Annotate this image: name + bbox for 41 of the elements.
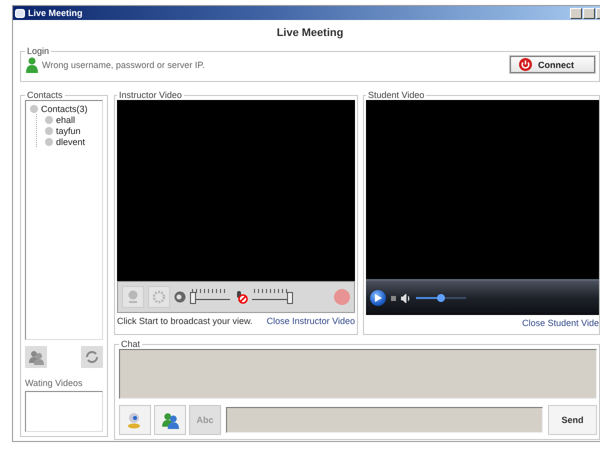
microphone-icon bbox=[234, 290, 248, 304]
microphone-slider[interactable] bbox=[252, 288, 292, 306]
people-icon bbox=[161, 411, 179, 429]
close-video-link[interactable]: Close Instructor Video bbox=[266, 316, 355, 326]
group-label: Chat bbox=[120, 339, 142, 349]
contacts-button[interactable] bbox=[154, 405, 186, 435]
refresh-button[interactable] bbox=[81, 346, 103, 368]
power-icon bbox=[519, 58, 532, 71]
broadcast-hint: Click Start to broadcast your view. bbox=[117, 316, 253, 326]
app-icon bbox=[15, 8, 25, 18]
group-label: Login bbox=[26, 46, 50, 56]
user-icon bbox=[25, 56, 39, 72]
contact-item[interactable]: Contacts(3) bbox=[30, 103, 98, 114]
webcam-icon bbox=[126, 290, 140, 304]
contact-item[interactable]: tayfun bbox=[45, 125, 98, 136]
contacts-button[interactable] bbox=[25, 346, 47, 368]
connect-button[interactable]: Connect bbox=[510, 56, 595, 73]
speaker-icon bbox=[401, 294, 411, 302]
play-icon bbox=[374, 294, 382, 302]
contact-item[interactable]: ehall bbox=[45, 114, 98, 125]
gear-icon bbox=[152, 290, 166, 304]
page-heading: Live Meeting bbox=[276, 27, 344, 39]
minimize-button[interactable] bbox=[570, 8, 582, 18]
group-label: Contacts bbox=[26, 90, 64, 100]
maximize-button[interactable] bbox=[583, 8, 595, 18]
waiting-videos-label: Wating Videos bbox=[25, 378, 84, 388]
refresh-icon bbox=[85, 350, 99, 364]
window-title: Live Meeting bbox=[28, 8, 83, 18]
group-label: Instructor Video bbox=[118, 90, 183, 100]
close-video-link[interactable]: Close Student Vide bbox=[522, 318, 599, 328]
send-button[interactable]: Send bbox=[548, 405, 597, 435]
people-icon bbox=[28, 349, 44, 365]
play-button[interactable] bbox=[370, 290, 386, 306]
group-label: Student Video bbox=[367, 90, 426, 100]
speaker-icon bbox=[174, 291, 186, 303]
volume-slider[interactable] bbox=[416, 293, 466, 303]
stop-button[interactable] bbox=[391, 296, 396, 300]
message-input[interactable] bbox=[226, 407, 543, 433]
status-message: Wrong username, password or server IP. bbox=[42, 60, 205, 70]
contact-item[interactable]: dlevent bbox=[45, 136, 98, 147]
volume-slider[interactable] bbox=[190, 288, 230, 306]
